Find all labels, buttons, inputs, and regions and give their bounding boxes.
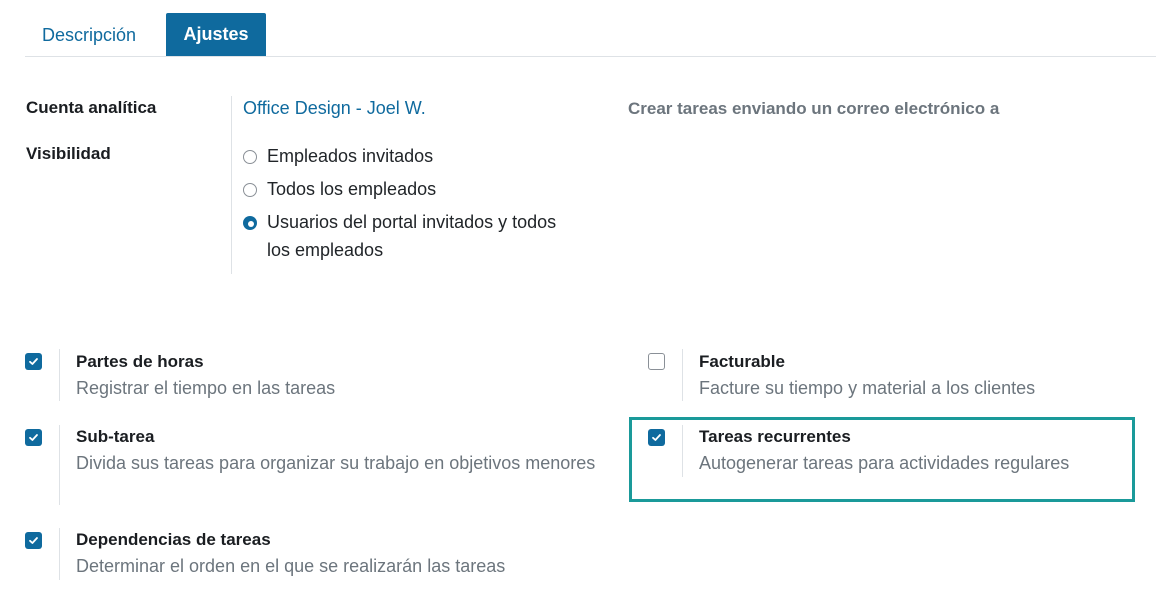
radio-label: Empleados invitados bbox=[267, 146, 434, 166]
tab-bar: Descripción Ajustes bbox=[0, 0, 1156, 60]
visibility-option-all-employees[interactable]: Todos los empleados bbox=[243, 178, 557, 203]
setting-divider bbox=[59, 528, 60, 580]
radio-button[interactable] bbox=[243, 183, 257, 197]
setting-title: Tareas recurrentes bbox=[699, 427, 851, 446]
setting-description: Facture su tiempo y material a los clien… bbox=[699, 378, 1036, 398]
visibility-label: Visibilidad bbox=[26, 144, 111, 163]
setting-description: Registrar el tiempo en las tareas bbox=[76, 378, 336, 398]
check-icon bbox=[29, 537, 38, 544]
tab-descripcion[interactable]: Descripción bbox=[30, 14, 148, 56]
setting-divider bbox=[682, 425, 683, 477]
form-divider bbox=[231, 96, 232, 274]
radio-label: Todos los empleados bbox=[267, 179, 437, 199]
radio-button[interactable] bbox=[243, 150, 257, 164]
analytic-account-label: Cuenta analítica bbox=[26, 98, 157, 117]
visibility-option-portal-users[interactable]: Usuarios del portal invitados y todos lo… bbox=[243, 211, 557, 264]
radio-button-selected[interactable] bbox=[243, 216, 257, 230]
tab-bar-divider bbox=[25, 56, 1156, 57]
check-icon bbox=[29, 434, 38, 441]
recurring-tasks-checkbox[interactable] bbox=[648, 429, 665, 446]
setting-divider bbox=[59, 425, 60, 505]
setting-title: Partes de horas bbox=[76, 352, 204, 371]
subtasks-checkbox[interactable] bbox=[25, 429, 42, 446]
check-icon bbox=[29, 358, 38, 365]
analytic-account-link[interactable]: Office Design - Joel W. bbox=[243, 98, 426, 119]
billable-checkbox[interactable] bbox=[648, 353, 665, 370]
email-alias-label: Crear tareas enviando un correo electrón… bbox=[628, 99, 1000, 118]
setting-description: Determinar el orden en el que se realiza… bbox=[76, 556, 506, 576]
task-dependencies-checkbox[interactable] bbox=[25, 532, 42, 549]
setting-description: Divida sus tareas para organizar su trab… bbox=[76, 453, 596, 473]
setting-title: Dependencias de tareas bbox=[76, 530, 271, 549]
setting-divider bbox=[59, 349, 60, 401]
setting-title: Sub-tarea bbox=[76, 427, 155, 446]
timesheets-checkbox[interactable] bbox=[25, 353, 42, 370]
radio-label: Usuarios del portal invitados y todos lo… bbox=[267, 212, 557, 260]
setting-description: Autogenerar tareas para actividades regu… bbox=[699, 453, 1070, 473]
check-icon bbox=[652, 434, 661, 441]
tab-ajustes[interactable]: Ajustes bbox=[166, 13, 266, 56]
setting-title: Facturable bbox=[699, 352, 785, 371]
visibility-option-invited-employees[interactable]: Empleados invitados bbox=[243, 145, 557, 170]
setting-divider bbox=[682, 349, 683, 401]
